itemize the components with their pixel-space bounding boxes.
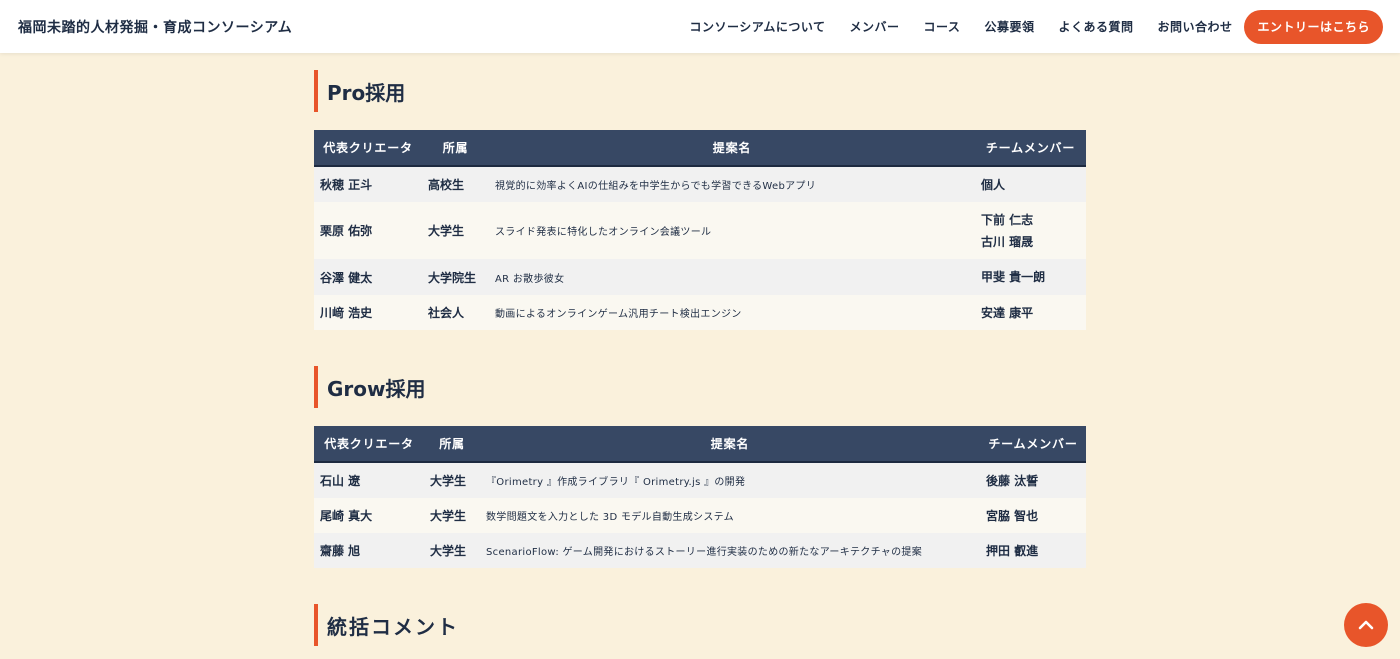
column-header-creator: 代表クリエータ [324, 437, 414, 451]
nav-item-guidelines[interactable]: 公募要領 [984, 18, 1034, 35]
creator-cell: 石山 遼 [320, 474, 361, 488]
affiliation-cell: 大学院生 [428, 270, 477, 285]
members-cell: 下前 仁志 古川 瑠晟 [975, 202, 1086, 259]
members-cell: 甲斐 貴一朗 [975, 259, 1086, 295]
proposal-cell: AR お散歩彼女 [495, 273, 565, 285]
members-cell: 押田 叡進 [980, 533, 1086, 568]
member-name: 宮脇 智也 [986, 508, 1039, 523]
table-row: 谷澤 健太 大学院生 AR お散歩彼女 甲斐 貴一朗 [314, 259, 1086, 295]
chevron-up-icon [1358, 620, 1374, 630]
member-name: 安達 康平 [981, 305, 1034, 320]
site-title[interactable]: 福岡未踏的人材発掘・育成コンソーシアム [18, 17, 292, 37]
creator-cell: 齋藤 旭 [320, 544, 361, 558]
table-row: 川﨑 浩史 社会人 動画によるオンラインゲーム汎用チート検出エンジン 安達 康平 [314, 295, 1086, 330]
members-cell: 安達 康平 [975, 295, 1086, 330]
proposal-cell: ScenarioFlow: ゲーム開発におけるストーリー進行実装のための新たなア… [486, 547, 922, 558]
members-cell: 後藤 汰誓 [980, 462, 1086, 498]
table-row: 尾崎 真大 大学生 数学問題文を入力とした 3D モデル自動生成システム 宮脇 … [314, 498, 1086, 533]
table-header-row: 代表クリエータ 所属 提案名 チームメンバー [314, 130, 1086, 166]
affiliation-cell: 大学生 [430, 474, 467, 488]
column-header-affiliation: 所属 [442, 141, 469, 155]
section-heading-grow: Grow採用 [314, 366, 1086, 408]
table-row: 齋藤 旭 大学生 ScenarioFlow: ゲーム開発におけるストーリー進行実… [314, 533, 1086, 568]
column-header-members: チームメンバー [985, 141, 1076, 155]
creator-cell: 栗原 佑弥 [320, 224, 373, 238]
proposal-cell: 視覚的に効率よくAIの仕組みを中学生からでも学習できるWebアプリ [495, 181, 816, 192]
member-name: 下前 仁志 [981, 212, 1034, 227]
affiliation-cell: 高校生 [428, 178, 465, 192]
table-row: 栗原 佑弥 大学生 スライド発表に特化したオンライン会議ツール 下前 仁志 古川… [314, 202, 1086, 259]
member-name: 甲斐 貴一朗 [981, 270, 1046, 284]
member-name: 押田 叡進 [986, 543, 1039, 558]
pro-table: 代表クリエータ 所属 提案名 チームメンバー 秋穂 正斗 高校生 視覚的に効率よ… [314, 130, 1086, 330]
creator-cell: 秋穂 正斗 [320, 178, 373, 192]
member-name: 後藤 汰誓 [986, 473, 1039, 488]
nav-item-faq[interactable]: よくある質問 [1058, 18, 1133, 35]
column-header-members: チームメンバー [988, 437, 1078, 451]
nav-item-members[interactable]: メンバー [850, 18, 900, 35]
grow-table: 代表クリエータ 所属 提案名 チームメンバー 石山 遼 大学生 『Orimetr… [314, 426, 1086, 568]
member-name: 古川 瑠晟 [981, 234, 1034, 249]
nav-item-courses[interactable]: コース [924, 18, 961, 35]
proposal-cell: スライド発表に特化したオンライン会議ツール [495, 227, 712, 238]
proposal-cell: 数学問題文を入力とした 3D モデル自動生成システム [486, 512, 734, 523]
nav-item-about[interactable]: コンソーシアムについて [689, 18, 825, 35]
table-row: 石山 遼 大学生 『Orimetry 』作成ライブラリ『 Orimetry.js… [314, 462, 1086, 498]
section-heading-pro: Pro採用 [314, 70, 1086, 112]
main-content: Pro採用 代表クリエータ 所属 提案名 チームメンバー 秋穂 正斗 高校生 視… [314, 53, 1086, 646]
site-header: 福岡未踏的人材発掘・育成コンソーシアム コンソーシアムについて メンバー コース… [0, 0, 1400, 53]
member-name: 個人 [981, 177, 1006, 192]
section-heading-summary: 統括コメント [314, 604, 1086, 646]
table-header-row: 代表クリエータ 所属 提案名 チームメンバー [314, 426, 1086, 462]
members-cell: 宮脇 智也 [980, 498, 1086, 533]
column-header-creator: 代表クリエータ [323, 141, 413, 155]
creator-cell: 尾崎 真大 [320, 509, 373, 523]
page-top-button[interactable] [1344, 603, 1388, 647]
affiliation-cell: 大学生 [428, 224, 465, 238]
affiliation-cell: 社会人 [428, 306, 465, 320]
affiliation-cell: 大学生 [430, 509, 467, 523]
column-header-proposal: 提案名 [710, 437, 750, 451]
table-row: 秋穂 正斗 高校生 視覚的に効率よくAIの仕組みを中学生からでも学習できるWeb… [314, 166, 1086, 202]
proposal-cell: 『Orimetry 』作成ライブラリ『 Orimetry.js 』の開発 [486, 477, 746, 488]
entry-button[interactable]: エントリーはこちら [1244, 9, 1383, 44]
creator-cell: 谷澤 健太 [320, 270, 373, 285]
proposal-cell: 動画によるオンラインゲーム汎用チート検出エンジン [495, 309, 742, 320]
members-cell: 個人 [975, 166, 1086, 202]
creator-cell: 川﨑 浩史 [320, 306, 373, 320]
main-nav: コンソーシアムについて メンバー コース 公募要領 よくある質問 お問い合わせ … [665, 9, 1383, 44]
column-header-proposal: 提案名 [712, 141, 752, 155]
affiliation-cell: 大学生 [430, 544, 467, 558]
nav-item-contact[interactable]: お問い合わせ [1157, 18, 1232, 35]
column-header-affiliation: 所属 [439, 437, 465, 451]
